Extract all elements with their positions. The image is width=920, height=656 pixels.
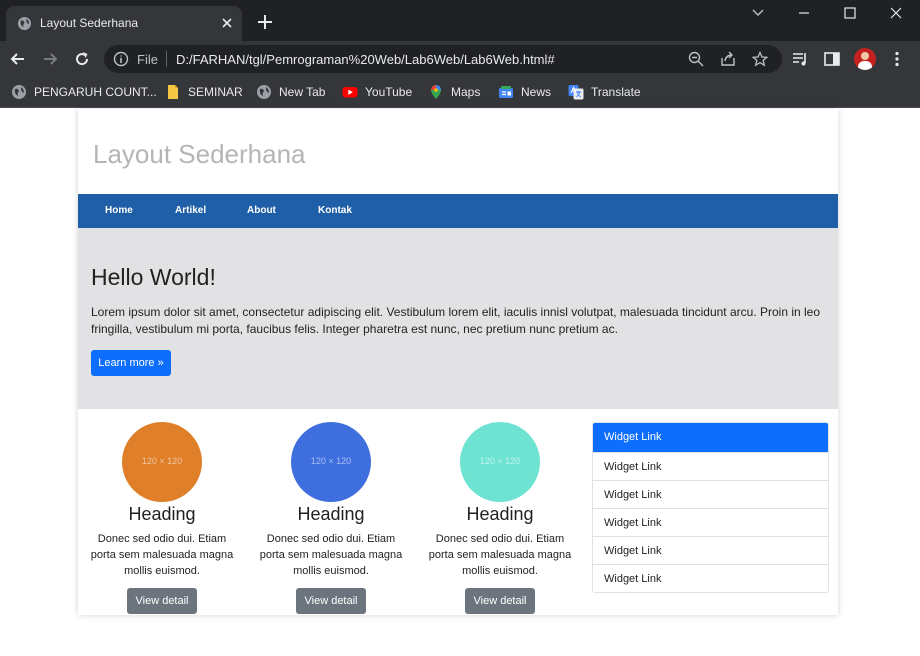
reload-icon[interactable]: [73, 50, 91, 68]
avatar-body: [858, 61, 872, 70]
page-container: Layout Sederhana Home Artikel About Kont…: [78, 109, 838, 615]
globe-icon: [17, 16, 32, 31]
card-thumbnail: 120 × 120: [122, 422, 202, 502]
widget-link[interactable]: Widget Link: [593, 452, 828, 480]
widget-list: Widget Link Widget Link Widget Link Widg…: [592, 422, 829, 593]
tab-title: Layout Sederhana: [40, 16, 139, 30]
card-text: Donec sed odio dui. Etiam porta sem male…: [259, 533, 403, 577]
bookmark-label: SEMINAR: [188, 85, 243, 99]
news-icon: [499, 86, 513, 98]
translate-icon: [568, 85, 584, 100]
nav-link-kontak[interactable]: Kontak: [318, 205, 352, 216]
back-icon[interactable]: [9, 50, 27, 68]
thumbnail-placeholder-text: 120 × 120: [310, 456, 352, 466]
forward-icon[interactable]: [41, 50, 59, 68]
hero-title: Hello World!: [91, 264, 216, 290]
info-icon[interactable]: [113, 51, 129, 67]
card-heading: Heading: [297, 504, 365, 524]
bookmark-label: PENGARUH COUNT...: [34, 85, 157, 99]
window-close-icon[interactable]: [887, 6, 905, 20]
card-thumbnail: 120 × 120: [460, 422, 540, 502]
scheme-label: File: [137, 52, 158, 67]
widget-link[interactable]: Widget Link: [593, 508, 828, 536]
reading-list-icon[interactable]: [791, 50, 809, 68]
tab-search-icon[interactable]: [749, 6, 767, 20]
bookmark-label: Translate: [591, 85, 641, 99]
browser-toolbar: File D:/FARHAN/tgl/Pemrograman%20Web/Lab…: [0, 41, 920, 76]
card-heading: Heading: [466, 504, 534, 524]
zoom-icon[interactable]: [688, 51, 704, 67]
globe-icon: [257, 85, 271, 99]
maximize-icon[interactable]: [841, 6, 859, 20]
thumbnail-placeholder-text: 120 × 120: [479, 456, 521, 466]
widget-link[interactable]: Widget Link: [593, 480, 828, 508]
page-viewport: Layout Sederhana Home Artikel About Kont…: [0, 109, 920, 656]
bookmark-label: New Tab: [279, 85, 326, 99]
card-heading: Heading: [128, 504, 196, 524]
learn-more-button[interactable]: Learn more »: [91, 350, 171, 376]
profile-avatar[interactable]: [854, 48, 876, 70]
card-text: Donec sed odio dui. Etiam porta sem male…: [428, 533, 572, 577]
site-title: Layout Sederhana: [93, 139, 306, 169]
minimize-icon[interactable]: [795, 6, 813, 20]
card-text: Donec sed odio dui. Etiam porta sem male…: [90, 533, 234, 577]
widget-link[interactable]: Widget Link: [593, 564, 828, 592]
hero-text: Lorem ipsum dolor sit amet, consectetur …: [91, 305, 821, 336]
widget-link-active[interactable]: Widget Link: [593, 423, 828, 452]
menu-kebab-icon[interactable]: [888, 50, 906, 68]
maps-icon: [431, 85, 441, 99]
widget-link[interactable]: Widget Link: [593, 536, 828, 564]
new-tab-icon[interactable]: [257, 14, 273, 30]
bookmark-star-icon[interactable]: [752, 51, 768, 67]
bookmark-label: News: [521, 85, 552, 99]
feature-card: 120 × 120 Heading Donec sed odio dui. Et…: [420, 422, 580, 615]
feature-card: 120 × 120 Heading Donec sed odio dui. Et…: [251, 422, 411, 615]
globe-icon: [12, 85, 26, 99]
avatar-head: [861, 52, 869, 60]
browser-tab[interactable]: Layout Sederhana: [6, 6, 242, 41]
address-bar[interactable]: File D:/FARHAN/tgl/Pemrograman%20Web/Lab…: [104, 45, 782, 73]
bookmark-label: YouTube: [365, 85, 413, 99]
main-nav: Home Artikel About Kontak: [78, 194, 838, 228]
nav-link-artikel[interactable]: Artikel: [175, 205, 206, 216]
thumbnail-placeholder-text: 120 × 120: [141, 456, 183, 466]
side-panel-icon[interactable]: [823, 50, 841, 68]
view-detail-button[interactable]: View detail: [127, 588, 197, 614]
view-detail-button[interactable]: View detail: [296, 588, 366, 614]
hero-section: Hello World! Lorem ipsum dolor sit amet,…: [78, 228, 838, 409]
card-thumbnail: 120 × 120: [291, 422, 371, 502]
youtube-icon: [342, 87, 358, 98]
browser-titlebar: Layout Sederhana: [0, 0, 920, 41]
nav-link-about[interactable]: About: [247, 205, 276, 216]
omnibox-divider: [166, 51, 167, 67]
nav-link-home[interactable]: Home: [105, 205, 133, 216]
close-icon[interactable]: [220, 16, 234, 30]
bookmark-label: Maps: [451, 85, 481, 99]
feature-card: 120 × 120 Heading Donec sed odio dui. Et…: [82, 422, 242, 615]
site-header: Layout Sederhana: [78, 109, 838, 194]
view-detail-button[interactable]: View detail: [465, 588, 535, 614]
share-icon[interactable]: [720, 51, 736, 67]
url-text[interactable]: D:/FARHAN/tgl/Pemrograman%20Web/Lab6Web/…: [176, 52, 555, 67]
folder-icon: [168, 85, 178, 99]
bookmarks-bar: PENGARUH COUNT... SEMINAR New Tab YouTub…: [0, 76, 920, 108]
